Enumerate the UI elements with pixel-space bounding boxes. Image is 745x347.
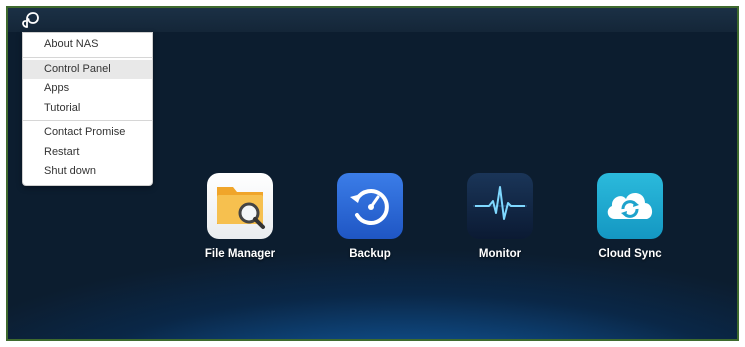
file-manager-icon xyxy=(207,173,273,239)
menu-item-about-nas[interactable]: About NAS xyxy=(23,35,152,55)
menu-item-restart[interactable]: Restart xyxy=(23,143,152,163)
menu-item-contact-promise[interactable]: Contact Promise xyxy=(23,123,152,143)
desktop-apps: File Manager Backup Monitor Cloud Sync xyxy=(8,173,737,273)
cloud-sync-icon xyxy=(597,173,663,239)
top-bar xyxy=(8,8,737,32)
main-menu-button[interactable] xyxy=(18,10,42,30)
backup-icon xyxy=(337,173,403,239)
menu-item-control-panel[interactable]: Control Panel xyxy=(23,59,152,79)
menu-item-apps[interactable]: Apps xyxy=(23,79,152,99)
menu-divider xyxy=(23,56,152,58)
promise-logo-icon xyxy=(22,12,39,28)
menu-divider xyxy=(23,120,152,121)
app-label: Backup xyxy=(349,248,391,260)
menu-item-tutorial[interactable]: Tutorial xyxy=(23,99,152,119)
main-menu-dropdown: About NAS Control Panel Apps Tutorial Co… xyxy=(22,32,153,186)
monitor-icon xyxy=(467,173,533,239)
app-label: File Manager xyxy=(204,248,276,260)
app-label: Monitor xyxy=(478,248,522,260)
app-backup[interactable]: Backup xyxy=(320,173,420,260)
app-monitor[interactable]: Monitor xyxy=(450,173,550,260)
nas-desktop: About NAS Control Panel Apps Tutorial Co… xyxy=(6,6,739,341)
app-cloud-sync[interactable]: Cloud Sync xyxy=(580,173,680,260)
app-label: Cloud Sync xyxy=(598,248,662,260)
app-file-manager[interactable]: File Manager xyxy=(190,173,290,260)
